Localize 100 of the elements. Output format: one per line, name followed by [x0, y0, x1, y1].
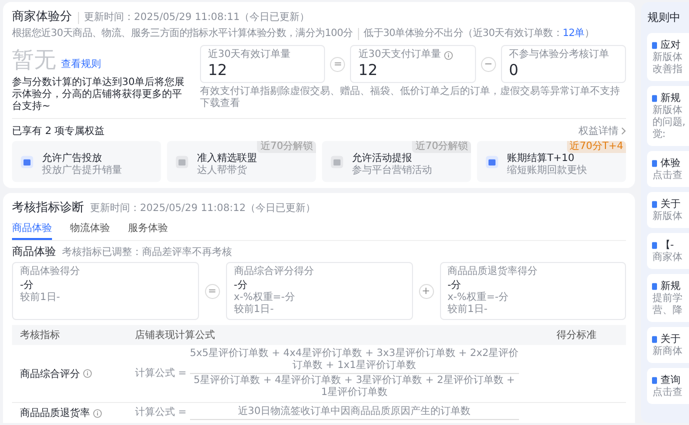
article-excerpt: 新版体: [652, 105, 684, 117]
category-tab[interactable]: 服务体验: [128, 219, 168, 240]
section-note: 考核指标已调整：商品差评率不再考核: [62, 247, 232, 259]
benefit-description: 参与平台营销活动: [352, 165, 432, 177]
metric-label: 不参与体验分考核订单: [508, 49, 609, 61]
article-excerpt: 点击查: [652, 387, 684, 399]
chevron-right-icon: [621, 127, 626, 135]
metric-value: 12: [208, 61, 228, 79]
rule-article-card[interactable]: 新规 提前学 营、降: [647, 274, 689, 322]
rule-article-card[interactable]: 查询 点击查: [647, 368, 689, 404]
unlock-badge: 近70分T+4: [566, 141, 626, 153]
formula-denominator: 5星评价订单数 + 4星评价订单数 + 3星评价订单数 + 2星评价订单数 + 1星评价订单数: [192, 375, 516, 399]
card-title: 商家体验分: [12, 8, 72, 25]
article-title: 体验: [660, 157, 680, 170]
info-icon[interactable]: [93, 408, 102, 418]
article-excerpt: 新版体: [652, 211, 684, 223]
article-title: 查询: [660, 374, 680, 386]
formula-label: 计算公式 =: [135, 407, 187, 419]
operator-sign: =: [330, 56, 346, 72]
score-description: 根据您近30天商品、物流、服务三方面的指标水平计算体验分数，满分为100分: [12, 28, 353, 40]
column-header: 得分标准: [556, 328, 598, 343]
info-icon[interactable]: [83, 369, 92, 378]
rule-article-card[interactable]: 新规 新版体 的问题, 觉:: [647, 86, 689, 146]
metric-value: 12: [358, 61, 379, 79]
day-comparison: 较前1日-: [234, 304, 275, 316]
section-title: 商品体验: [12, 244, 56, 259]
benefit-title: 允许广告投放: [42, 152, 103, 164]
sidebar-title: 规则中: [647, 10, 682, 25]
document-icon: [652, 336, 658, 342]
rule-article-card[interactable]: 体验 点击查: [647, 151, 689, 187]
update-time: 更新时间：2025/05/29 11:08:12（今日已更新）: [90, 203, 316, 215]
score-label: 商品综合评分得分: [234, 266, 315, 278]
unlock-badge: 近70分解锁: [257, 141, 316, 153]
document-icon: [652, 282, 658, 290]
article-excerpt: 觉:: [652, 129, 667, 141]
order-count-link[interactable]: 12单: [562, 28, 584, 39]
score-label: 商品体验得分: [20, 266, 81, 278]
article-excerpt: 新版体: [652, 52, 684, 64]
score-value: -分: [234, 279, 248, 292]
operator-sign: −: [480, 56, 496, 72]
rule-article-card[interactable]: 关于 新版体: [647, 192, 689, 228]
rule-article-card[interactable]: 关于 新商体: [647, 327, 689, 363]
article-excerpt: 商家体: [652, 252, 684, 264]
score-value: -分: [448, 279, 462, 292]
rule-article-card[interactable]: 【- 商家体: [647, 233, 689, 269]
operator-sign: +: [418, 284, 434, 298]
metric-value: 0: [508, 61, 520, 79]
rules-link[interactable]: 查看规则: [61, 57, 101, 71]
card-title: 考核指标诊断: [12, 199, 84, 216]
update-time: 更新时间：2025/05/29 11:08:11（今日已更新）: [78, 12, 310, 24]
unlock-badge: 近70分解锁: [412, 141, 472, 153]
benefit-description: 投放广告提升销量: [42, 165, 122, 177]
score-value: 暂无: [12, 47, 56, 75]
article-title: 新规: [660, 92, 680, 104]
benefit-description: 达人帮带货: [197, 165, 248, 177]
document-icon: [652, 200, 658, 208]
article-excerpt: 改善指: [652, 64, 684, 76]
category-tab[interactable]: 商品体验: [12, 219, 52, 240]
formula-numerator: 5x5星评价订单数 + 4x4星评价订单数 + 3x3星评价订单数 + 2x2星评价订单数 + 1x1星评价订单数: [190, 348, 519, 372]
benefit-description: 缩短账期回款更快: [507, 165, 588, 177]
score-note: 参与分数计算的订单达到30单后将您展示体验分，分高的店铺将获得更多的平台支持~: [12, 77, 186, 113]
score-value: -分: [20, 279, 35, 292]
day-comparison: 较前1日-: [20, 292, 61, 304]
article-title: 关于: [660, 332, 680, 346]
formula-numerator: 近30日物流签收订单中因商品品质原因产生的订单数: [238, 406, 471, 418]
operator-sign: =: [204, 284, 220, 298]
formula-label: 计算公式 =: [135, 368, 187, 380]
article-excerpt: 的问题,: [652, 117, 686, 129]
document-icon: [652, 42, 658, 48]
document-icon: [652, 160, 658, 166]
document-icon: [652, 376, 658, 384]
column-header: 考核指标: [19, 328, 61, 343]
weight-formula: x-%权重=-分: [448, 292, 510, 304]
article-title: 新规: [660, 280, 680, 293]
article-excerpt: 提前学: [652, 293, 684, 304]
benefit-title: 账期结算T+10: [507, 152, 576, 164]
benefit-title: 允许活动提报: [352, 152, 414, 164]
metric-name: 商品品质退货率: [20, 406, 90, 420]
metric-label: 近30天有效订单量: [208, 49, 291, 61]
rule-article-card[interactable]: 应对 新版体 改善指: [647, 33, 689, 81]
category-tab[interactable]: 物流体验: [70, 219, 110, 240]
article-title: 【-: [660, 238, 674, 252]
document-icon: [652, 94, 658, 102]
article-title: 关于: [660, 198, 680, 210]
day-comparison: 较前1日-: [448, 304, 488, 316]
article-excerpt: 营、降: [652, 305, 684, 317]
info-icon[interactable]: [444, 50, 454, 60]
order-note: 有效支付订单指剔除虚假交易、赠品、福袋、低价订单之后的订单，虚假交易等异常订单不支持下载查看: [200, 86, 621, 110]
article-excerpt: 点击查: [652, 170, 684, 182]
column-header: 店铺表现计算公式: [134, 328, 216, 343]
score-label: 商品品质退货率得分: [448, 266, 538, 278]
article-excerpt: 新商体: [652, 346, 684, 358]
benefits-title: 已享有 2 项专属权益: [12, 124, 105, 138]
weight-formula: x-%权重=-分: [234, 292, 296, 304]
threshold-note: 低于30单体验分不出分（近30天有效订单数：12单）: [358, 28, 594, 40]
document-icon: [652, 242, 658, 248]
benefit-title: 准入精选联盟: [197, 152, 258, 164]
metric-label: 近30天支付订单量: [358, 49, 442, 61]
metric-name: 商品综合评分: [20, 368, 80, 380]
article-title: 应对: [660, 38, 680, 52]
